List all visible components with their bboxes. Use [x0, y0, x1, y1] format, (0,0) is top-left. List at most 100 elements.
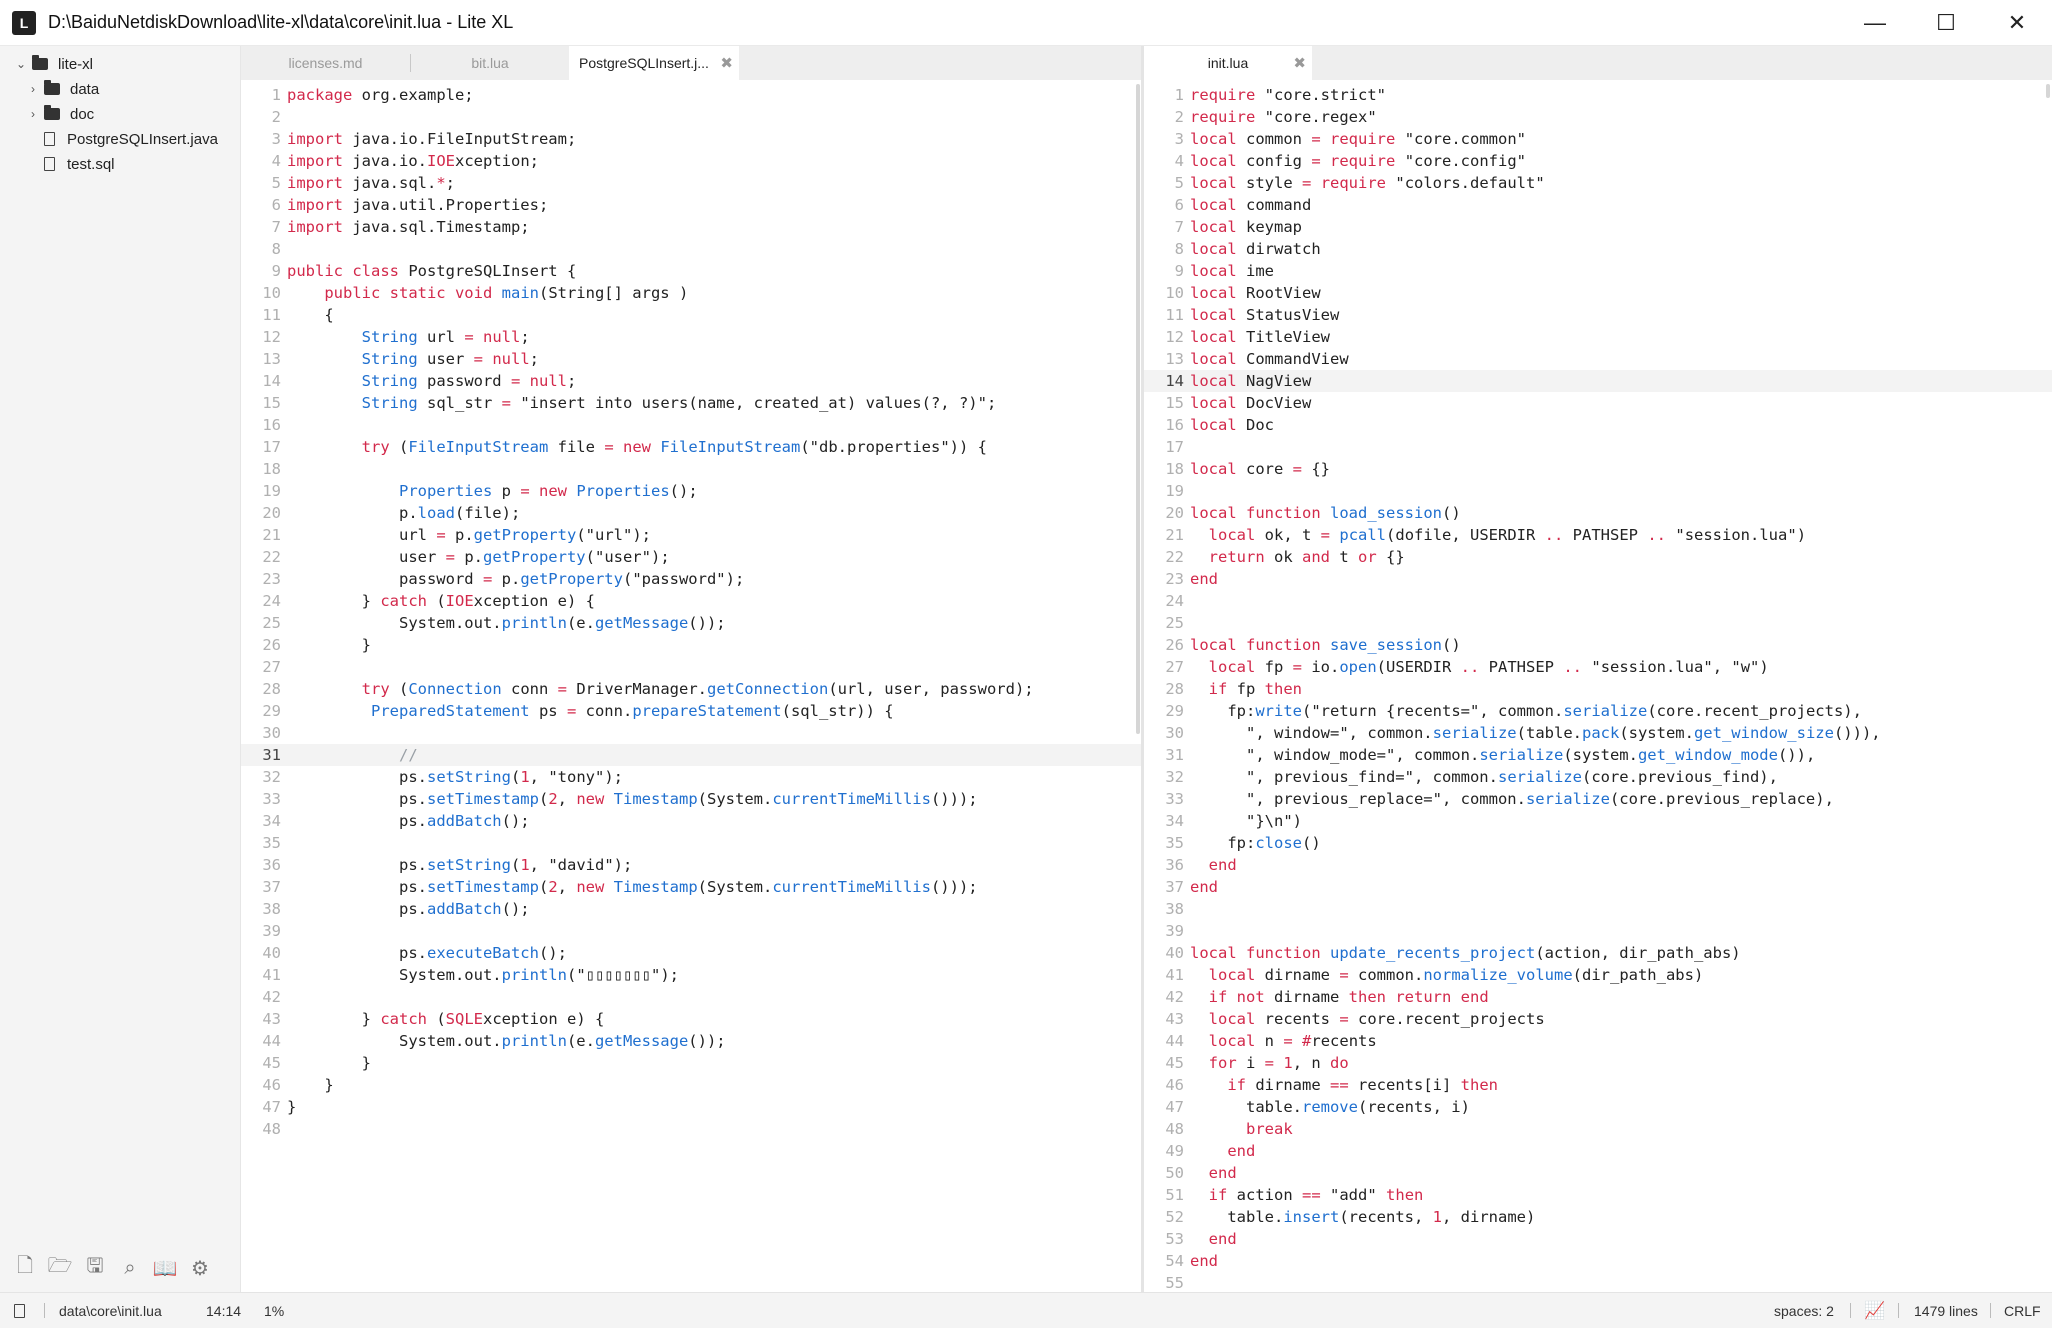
code-line[interactable]: 15 local DocView — [1144, 392, 2052, 414]
code-line[interactable]: 42 — [241, 986, 1141, 1008]
code-line[interactable]: 7 local keymap — [1144, 216, 2052, 238]
code-line[interactable]: 22 return ok and t or {} — [1144, 546, 2052, 568]
code-line[interactable]: 10 local RootView — [1144, 282, 2052, 304]
code-line[interactable]: 13 String user = null; — [241, 348, 1141, 370]
code-line[interactable]: 5 import java.sql.*; — [241, 172, 1141, 194]
tab-postgresqlinsert-java[interactable]: PostgreSQLInsert.j... ✖ — [569, 46, 739, 80]
code-line[interactable]: 53 end — [1144, 1228, 2052, 1250]
code-line[interactable]: 15 String sql_str = "insert into users(n… — [241, 392, 1141, 414]
code-line[interactable]: 37 ps.setTimestamp(2, new Timestamp(Syst… — [241, 876, 1141, 898]
code-line[interactable]: 13 local CommandView — [1144, 348, 2052, 370]
code-line[interactable]: 54 end — [1144, 1250, 2052, 1272]
code-line[interactable]: 47} — [241, 1096, 1141, 1118]
tree-item-doc[interactable]: › doc — [26, 102, 94, 126]
code-line[interactable]: 39 — [1144, 920, 2052, 942]
code-line[interactable]: 28 try (Connection conn = DriverManager.… — [241, 678, 1141, 700]
tab-bit-lua[interactable]: bit.lua — [411, 46, 569, 80]
chart-line-icon[interactable]: 📈 — [1864, 1293, 1885, 1328]
code-line[interactable]: 48 — [241, 1118, 1141, 1140]
code-line[interactable]: 52 table.insert(recents, 1, dirname) — [1144, 1206, 2052, 1228]
code-line[interactable]: 23 password = p.getProperty("password"); — [241, 568, 1141, 590]
code-line[interactable]: 24 } catch (IOException e) { — [241, 590, 1141, 612]
open-folder-icon[interactable]: 🗁 — [48, 1255, 73, 1279]
new-file-icon[interactable]: 🗋 — [14, 1255, 36, 1279]
code-line[interactable]: 17 try (FileInputStream file = new FileI… — [241, 436, 1141, 458]
code-line[interactable]: 4 local config = require "core.config" — [1144, 150, 2052, 172]
code-line[interactable]: 35 fp:close() — [1144, 832, 2052, 854]
code-line[interactable]: 30 ", window=", common.serialize(table.p… — [1144, 722, 2052, 744]
tree-item-postgresqlinsert-java[interactable]: PostgreSQLInsert.java — [44, 127, 218, 151]
code-line[interactable]: 1 package org.example; — [241, 84, 1141, 106]
code-line[interactable]: 11 local StatusView — [1144, 304, 2052, 326]
code-line[interactable]: 16 — [241, 414, 1141, 436]
code-line[interactable]: 34 "}\n") — [1144, 810, 2052, 832]
code-line[interactable]: 33 ", previous_replace=", common.seriali… — [1144, 788, 2052, 810]
tree-item-test-sql[interactable]: test.sql — [44, 152, 115, 176]
code-line[interactable]: 47 table.remove(recents, i) — [1144, 1096, 2052, 1118]
code-line[interactable]: 18 — [241, 458, 1141, 480]
code-line[interactable]: 50 end — [1144, 1162, 2052, 1184]
code-line[interactable]: 14 local NagView — [1144, 370, 2052, 392]
code-line[interactable]: 3 local common = require "core.common" — [1144, 128, 2052, 150]
code-line[interactable]: 27 — [241, 656, 1141, 678]
code-line[interactable]: 10 public static void main(String[] args… — [241, 282, 1141, 304]
code-line[interactable]: 41 System.out.println("▯▯▯▯▯▯▯"); — [241, 964, 1141, 986]
code-line[interactable]: 21 url = p.getProperty("url"); — [241, 524, 1141, 546]
code-line[interactable]: 43 local recents = core.recent_projects — [1144, 1008, 2052, 1030]
code-line[interactable]: 37 end — [1144, 876, 2052, 898]
code-line[interactable]: 12 String url = null; — [241, 326, 1141, 348]
code-line[interactable]: 20 p.load(file); — [241, 502, 1141, 524]
code-line[interactable]: 2 — [241, 106, 1141, 128]
code-line[interactable]: 22 user = p.getProperty("user"); — [241, 546, 1141, 568]
tree-item-data[interactable]: › data — [26, 77, 99, 101]
code-line[interactable]: 31 // — [241, 744, 1141, 766]
code-line[interactable]: 51 if action == "add" then — [1144, 1184, 2052, 1206]
code-line[interactable]: 44 local n = #recents — [1144, 1030, 2052, 1052]
code-line[interactable]: 43 } catch (SQLException e) { — [241, 1008, 1141, 1030]
code-line[interactable]: 19 — [1144, 480, 2052, 502]
code-line[interactable]: 41 local dirname = common.normalize_volu… — [1144, 964, 2052, 986]
code-line[interactable]: 6 local command — [1144, 194, 2052, 216]
code-line[interactable]: 30 — [241, 722, 1141, 744]
code-line[interactable]: 35 — [241, 832, 1141, 854]
code-line[interactable]: 44 System.out.println(e.getMessage()); — [241, 1030, 1141, 1052]
code-line[interactable]: 12 local TitleView — [1144, 326, 2052, 348]
code-line[interactable]: 49 end — [1144, 1140, 2052, 1162]
code-line[interactable]: 33 ps.setTimestamp(2, new Timestamp(Syst… — [241, 788, 1141, 810]
code-line[interactable]: 46 } — [241, 1074, 1141, 1096]
code-line[interactable]: 8 — [241, 238, 1141, 260]
code-line[interactable]: 55 — [1144, 1272, 2052, 1292]
close-window-button[interactable]: ✕ — [1982, 0, 2052, 45]
close-tab-icon[interactable]: ✖ — [1293, 54, 1306, 72]
right-scrollbar-thumb[interactable] — [2046, 84, 2050, 98]
status-file-path[interactable]: data\core\init.lua — [59, 1293, 162, 1328]
code-line[interactable]: 19 Properties p = new Properties(); — [241, 480, 1141, 502]
code-line[interactable]: 27 local fp = io.open(USERDIR .. PATHSEP… — [1144, 656, 2052, 678]
status-indent[interactable]: spaces: 2 — [1774, 1293, 1834, 1328]
code-line[interactable]: 36 end — [1144, 854, 2052, 876]
code-line[interactable]: 32 ps.setString(1, "tony"); — [241, 766, 1141, 788]
code-line[interactable]: 7 import java.sql.Timestamp; — [241, 216, 1141, 238]
code-line[interactable]: 25 — [1144, 612, 2052, 634]
code-line[interactable]: 23 end — [1144, 568, 2052, 590]
code-line[interactable]: 20 local function load_session() — [1144, 502, 2052, 524]
code-line[interactable]: 11 { — [241, 304, 1141, 326]
code-line[interactable]: 38 — [1144, 898, 2052, 920]
code-line[interactable]: 29 PreparedStatement ps = conn.prepareSt… — [241, 700, 1141, 722]
maximize-button[interactable]: ☐ — [1911, 0, 1981, 45]
code-line[interactable]: 48 break — [1144, 1118, 2052, 1140]
code-line[interactable]: 38 ps.addBatch(); — [241, 898, 1141, 920]
left-scrollbar-thumb[interactable] — [1136, 84, 1140, 734]
code-line[interactable]: 9 local ime — [1144, 260, 2052, 282]
code-line[interactable]: 36 ps.setString(1, "david"); — [241, 854, 1141, 876]
status-cursor-position[interactable]: 14:14 — [206, 1293, 241, 1328]
code-line[interactable]: 26 local function save_session() — [1144, 634, 2052, 656]
code-line[interactable]: 40 local function update_recents_project(… — [1144, 942, 2052, 964]
search-icon[interactable]: ⌕ — [119, 1257, 141, 1279]
code-line[interactable]: 24 — [1144, 590, 2052, 612]
code-line[interactable]: 6 import java.util.Properties; — [241, 194, 1141, 216]
tab-licenses-md[interactable]: licenses.md — [241, 46, 410, 80]
code-line[interactable]: 14 String password = null; — [241, 370, 1141, 392]
code-line[interactable]: 5 local style = require "colors.default" — [1144, 172, 2052, 194]
code-line[interactable]: 40 ps.executeBatch(); — [241, 942, 1141, 964]
